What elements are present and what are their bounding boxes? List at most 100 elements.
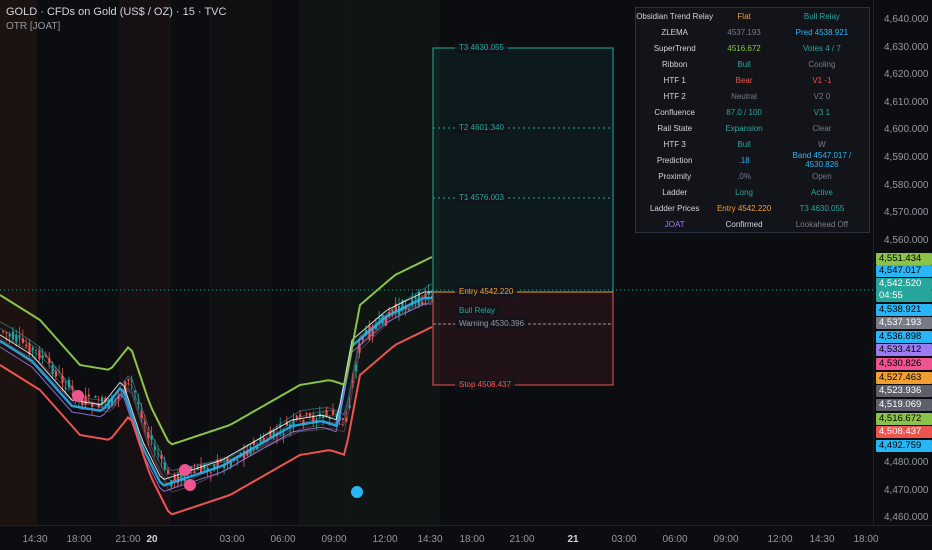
time-tick-label: 14:30	[809, 534, 835, 545]
info-row: JOAT Confirmed Lookahead Off	[636, 216, 869, 232]
candle-body	[87, 394, 90, 397]
info-detail: T3 4630.055	[799, 203, 845, 213]
time-tick-label: 03:00	[219, 534, 245, 545]
info-detail: Bull Relay	[803, 11, 840, 21]
candle-body	[51, 365, 54, 375]
warning-level-label: Warning 4530.396	[455, 318, 529, 329]
info-detail: W	[818, 139, 826, 149]
info-value: Long	[735, 187, 753, 197]
bear-signal-dot	[72, 390, 84, 402]
info-row: Ribbon Bull Cooling	[636, 56, 869, 72]
candle-body	[21, 338, 24, 343]
candle-body	[71, 386, 74, 389]
price-tick-label: 4,460.000	[884, 512, 929, 523]
info-value: 87.0 / 100	[726, 107, 762, 117]
candle-body	[31, 347, 34, 351]
info-label: HTF 2	[663, 91, 686, 101]
time-tick-label: 09:00	[321, 534, 347, 545]
info-label: HTF 3	[663, 139, 686, 149]
symbol-title[interactable]: GOLD · CFDs on Gold (US$ / OZ) · 15 · TV…	[6, 5, 226, 19]
info-label: SuperTrend	[653, 43, 696, 53]
candle-body	[345, 417, 348, 422]
info-label: Ladder Prices	[649, 203, 700, 213]
info-value: Neutral	[731, 91, 757, 101]
info-label: Confluence	[654, 107, 695, 117]
indicator-label[interactable]: OTR [JOAT]	[6, 20, 226, 34]
candle-body	[84, 395, 87, 405]
price-tick-label: 4,570.000	[884, 207, 929, 218]
price-badge: 4,530.826	[876, 358, 932, 370]
candle-body	[163, 462, 166, 470]
time-tick-label: 03:00	[611, 534, 637, 545]
info-label: Prediction	[656, 155, 693, 165]
candle-body	[160, 454, 163, 459]
candle-body	[25, 344, 28, 347]
candle-body	[193, 471, 196, 473]
info-label: Rail State	[657, 123, 693, 133]
session-band	[0, 0, 36, 525]
candle-body	[355, 364, 358, 372]
info-detail: Clear	[812, 123, 832, 133]
candle-body	[41, 355, 44, 359]
price-tick-label: 4,600.000	[884, 124, 929, 135]
candle-body	[35, 349, 38, 351]
price-badge: 4,538.921	[876, 304, 932, 316]
candle-body	[150, 435, 153, 441]
indicator-info-table: Obsidian Trend Relay Flat Bull Relay ZLEMA 4…	[635, 7, 870, 233]
info-label: Proximity	[658, 171, 692, 181]
chart-pane[interactable]: GOLD · CFDs on Gold (US$ / OZ) · 15 · TV…	[0, 0, 873, 525]
price-scale[interactable]: 4,640.000 4,630.000 4,620.000 4,610.000 4,60…	[873, 0, 932, 525]
info-value: .18	[738, 155, 750, 165]
info-label: Ribbon	[661, 59, 688, 69]
info-row: SuperTrend 4516.672 Votes 4 / 7	[636, 40, 869, 56]
candle-body	[325, 410, 328, 416]
candle-body	[94, 395, 97, 398]
candle-body	[308, 413, 312, 417]
info-row: Ladder Long Active	[636, 184, 869, 200]
price-tick-label: 4,480.000	[884, 457, 929, 468]
price-badge: 4,533.412	[876, 344, 932, 356]
candle-body	[147, 432, 150, 439]
candle-body	[134, 390, 137, 393]
candle-body	[348, 405, 351, 408]
time-scale[interactable]: 14:30 18:00 21:00 20 03:00 06:00 09:00 12:00 14:…	[0, 525, 932, 550]
candle-body	[143, 421, 147, 425]
info-detail: Pred 4538.921	[795, 27, 849, 37]
t2-level-label: T2 4601.340	[455, 122, 508, 133]
info-row: HTF 2 Neutral V2 0	[636, 88, 869, 104]
info-value: Entry 4542.220	[716, 203, 772, 213]
info-detail: V3 1	[813, 107, 831, 117]
price-tick-label: 4,560.000	[884, 235, 929, 246]
price-tick-label: 4,610.000	[884, 97, 929, 108]
candle-body	[48, 357, 51, 363]
info-label: HTF 1	[663, 75, 686, 85]
time-tick-label: 21	[567, 534, 579, 545]
info-detail: Band 4547.017 / 4530.826	[792, 151, 852, 169]
time-tick-label: 21:00	[509, 534, 535, 545]
candle-body	[282, 433, 285, 435]
bear-signal-dot	[179, 464, 191, 476]
info-value: 4537.193	[727, 27, 761, 37]
price-badge: 4,536.898	[876, 331, 932, 343]
candle-body	[341, 418, 345, 420]
candle-body	[295, 415, 298, 419]
price-tick-label: 4,640.000	[884, 14, 929, 25]
candle-body	[305, 413, 308, 415]
info-value: 4516.672	[727, 43, 761, 53]
candle-body	[351, 381, 354, 383]
candle-body	[64, 387, 67, 389]
info-label: ZLEMA	[661, 27, 688, 37]
session-band	[210, 0, 272, 525]
price-badge: 4,551.434	[876, 253, 932, 265]
price-badge: 4,519.069	[876, 399, 932, 411]
price-tick-label: 4,620.000	[884, 69, 929, 80]
candle-body	[68, 379, 71, 388]
info-detail: Lookahead Off	[795, 219, 849, 229]
candle-body	[61, 375, 64, 383]
candle-body	[140, 411, 143, 419]
chart-header: GOLD · CFDs on Gold (US$ / OZ) · 15 · TV…	[6, 5, 226, 34]
bear-signal-dot	[184, 479, 196, 491]
candle-body	[407, 309, 411, 311]
time-tick-label: 14:30	[22, 534, 48, 545]
entry-level-label: Entry 4542.220	[455, 286, 518, 297]
